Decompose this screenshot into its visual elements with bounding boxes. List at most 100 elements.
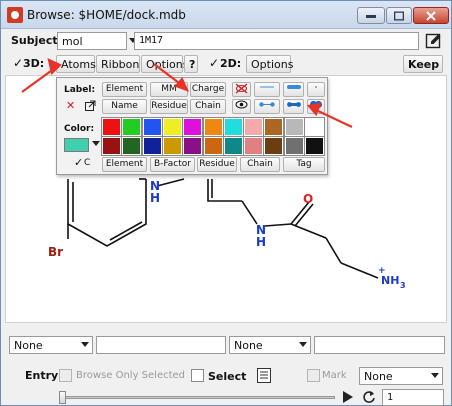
- entry-row: Entry: Browse Only Selected Select Mark …: [1, 365, 451, 387]
- carbon-only-label: C: [84, 158, 91, 168]
- color-chain-button[interactable]: Chain: [240, 157, 280, 172]
- three-d-label: 3D:: [23, 57, 45, 70]
- color-swatch[interactable]: [141, 117, 163, 137]
- label-mm-button[interactable]: MM: [150, 82, 188, 97]
- clear-labels-icon[interactable]: ✕: [66, 99, 75, 112]
- hide-style-button[interactable]: [232, 82, 251, 97]
- capped-stick-icon: [286, 102, 301, 107]
- subject-field-value: 1M17: [139, 35, 164, 46]
- color-swatch[interactable]: [161, 117, 183, 137]
- oxygen-label: O: [303, 192, 313, 206]
- entry-slider-handle[interactable]: [59, 391, 66, 404]
- tube-style-button[interactable]: [283, 82, 304, 97]
- color-swatch[interactable]: [121, 117, 143, 137]
- loop-icon[interactable]: [362, 390, 376, 406]
- right-filter-field[interactable]: [314, 336, 445, 354]
- color-swatch[interactable]: [101, 136, 122, 156]
- eye-icon: [235, 100, 248, 109]
- color-heading: Color:: [64, 124, 95, 134]
- color-bfactor-button[interactable]: B-Factor: [150, 157, 195, 172]
- color-tag-button[interactable]: Tag: [283, 157, 325, 172]
- mark-label: Mark: [322, 370, 347, 381]
- keep-button[interactable]: Keep: [403, 55, 443, 73]
- chevron-down-icon: [81, 342, 89, 347]
- close-icon: [426, 10, 436, 21]
- minimize-button[interactable]: [357, 7, 385, 24]
- right-filter-select[interactable]: None: [229, 336, 311, 354]
- entry-slider-track[interactable]: [59, 396, 335, 399]
- label-residue-button[interactable]: Residue: [150, 99, 188, 114]
- show-style-button[interactable]: [232, 99, 251, 114]
- browse-only-selected-checkbox[interactable]: [59, 369, 72, 382]
- color-swatch[interactable]: [182, 136, 204, 156]
- options-button[interactable]: Options: [141, 55, 188, 73]
- color-swatch[interactable]: [283, 117, 305, 137]
- capped-stick-style-button[interactable]: [283, 99, 304, 114]
- title-bar: Browse: $HOME/dock.mdb: [1, 1, 451, 29]
- ball-and-stick-icon: [259, 102, 275, 107]
- help-button[interactable]: ?: [184, 55, 198, 73]
- close-button[interactable]: [413, 7, 449, 24]
- entry-number-value: 1: [387, 392, 394, 403]
- color-swatch[interactable]: [243, 117, 265, 137]
- color-swatch[interactable]: [121, 136, 143, 156]
- options-2d-button[interactable]: Options: [246, 55, 293, 73]
- right-filter-value: None: [234, 339, 263, 352]
- color-swatch[interactable]: [222, 117, 244, 137]
- ammonium-charge: +: [378, 266, 386, 276]
- maximize-button[interactable]: [386, 7, 412, 24]
- left-filter-value: None: [14, 339, 43, 352]
- carbon-only-checkbox[interactable]: ✓: [74, 156, 83, 169]
- label-name-button[interactable]: Name: [102, 99, 147, 114]
- wire-style-button[interactable]: [254, 82, 280, 97]
- color-swatch[interactable]: [202, 136, 224, 156]
- color-element-button[interactable]: Element: [102, 157, 147, 172]
- color-swatch[interactable]: [101, 117, 122, 137]
- label-chain-button[interactable]: Chain: [190, 99, 226, 114]
- ribbon-button[interactable]: Ribbon: [96, 55, 140, 73]
- color-swatch[interactable]: [283, 136, 305, 156]
- color-dropdown-icon[interactable]: [92, 141, 100, 146]
- point-style-button[interactable]: [307, 82, 325, 97]
- color-swatch[interactable]: [263, 117, 285, 137]
- external-label-icon[interactable]: [85, 100, 96, 114]
- edit-button[interactable]: [425, 32, 443, 50]
- list-icon[interactable]: [257, 368, 271, 386]
- label-element-button[interactable]: Element: [102, 82, 147, 97]
- three-d-checkbox[interactable]: ✓: [13, 56, 23, 70]
- ball-stick-style-button[interactable]: [254, 99, 280, 114]
- minimize-icon: [366, 14, 376, 18]
- subject-field[interactable]: 1M17: [134, 32, 419, 50]
- subject-select[interactable]: mol: [57, 32, 137, 50]
- play-icon[interactable]: [342, 390, 354, 406]
- color-swatch[interactable]: [182, 117, 204, 137]
- left-filter-field[interactable]: [96, 336, 226, 354]
- app-icon: [7, 7, 23, 23]
- color-swatch[interactable]: [161, 136, 183, 156]
- mark-select[interactable]: None: [359, 367, 443, 385]
- select-checkbox[interactable]: [191, 369, 204, 382]
- filter-row: None None: [1, 334, 451, 356]
- color-swatch[interactable]: [304, 136, 325, 156]
- color-swatch[interactable]: [263, 136, 285, 156]
- two-d-checkbox[interactable]: ✓: [209, 56, 219, 70]
- color-swatch[interactable]: [243, 136, 265, 156]
- select-label: Select: [208, 370, 247, 383]
- left-filter-select[interactable]: None: [9, 336, 93, 354]
- spacefill-style-button[interactable]: [307, 99, 325, 114]
- entry-number-field[interactable]: 1: [382, 389, 444, 406]
- mark-checkbox[interactable]: [307, 369, 320, 382]
- current-color-swatch[interactable]: [64, 138, 89, 152]
- color-swatch[interactable]: [141, 136, 163, 156]
- color-swatch[interactable]: [222, 136, 244, 156]
- color-swatch[interactable]: [202, 117, 224, 137]
- subject-label: Subject:: [11, 34, 63, 47]
- hide-eye-icon: [235, 83, 248, 94]
- atoms-options-popup: Label: Element MM Charge ✕ Name Residue …: [56, 77, 328, 175]
- color-residue-button[interactable]: Residue: [197, 157, 237, 172]
- window-title: Browse: $HOME/dock.mdb: [27, 8, 186, 22]
- subject-row: Subject: mol 1M17: [1, 31, 451, 53]
- label-charge-button[interactable]: Charge: [190, 82, 226, 97]
- color-swatch[interactable]: [304, 117, 325, 137]
- atoms-button[interactable]: Atoms: [56, 55, 96, 73]
